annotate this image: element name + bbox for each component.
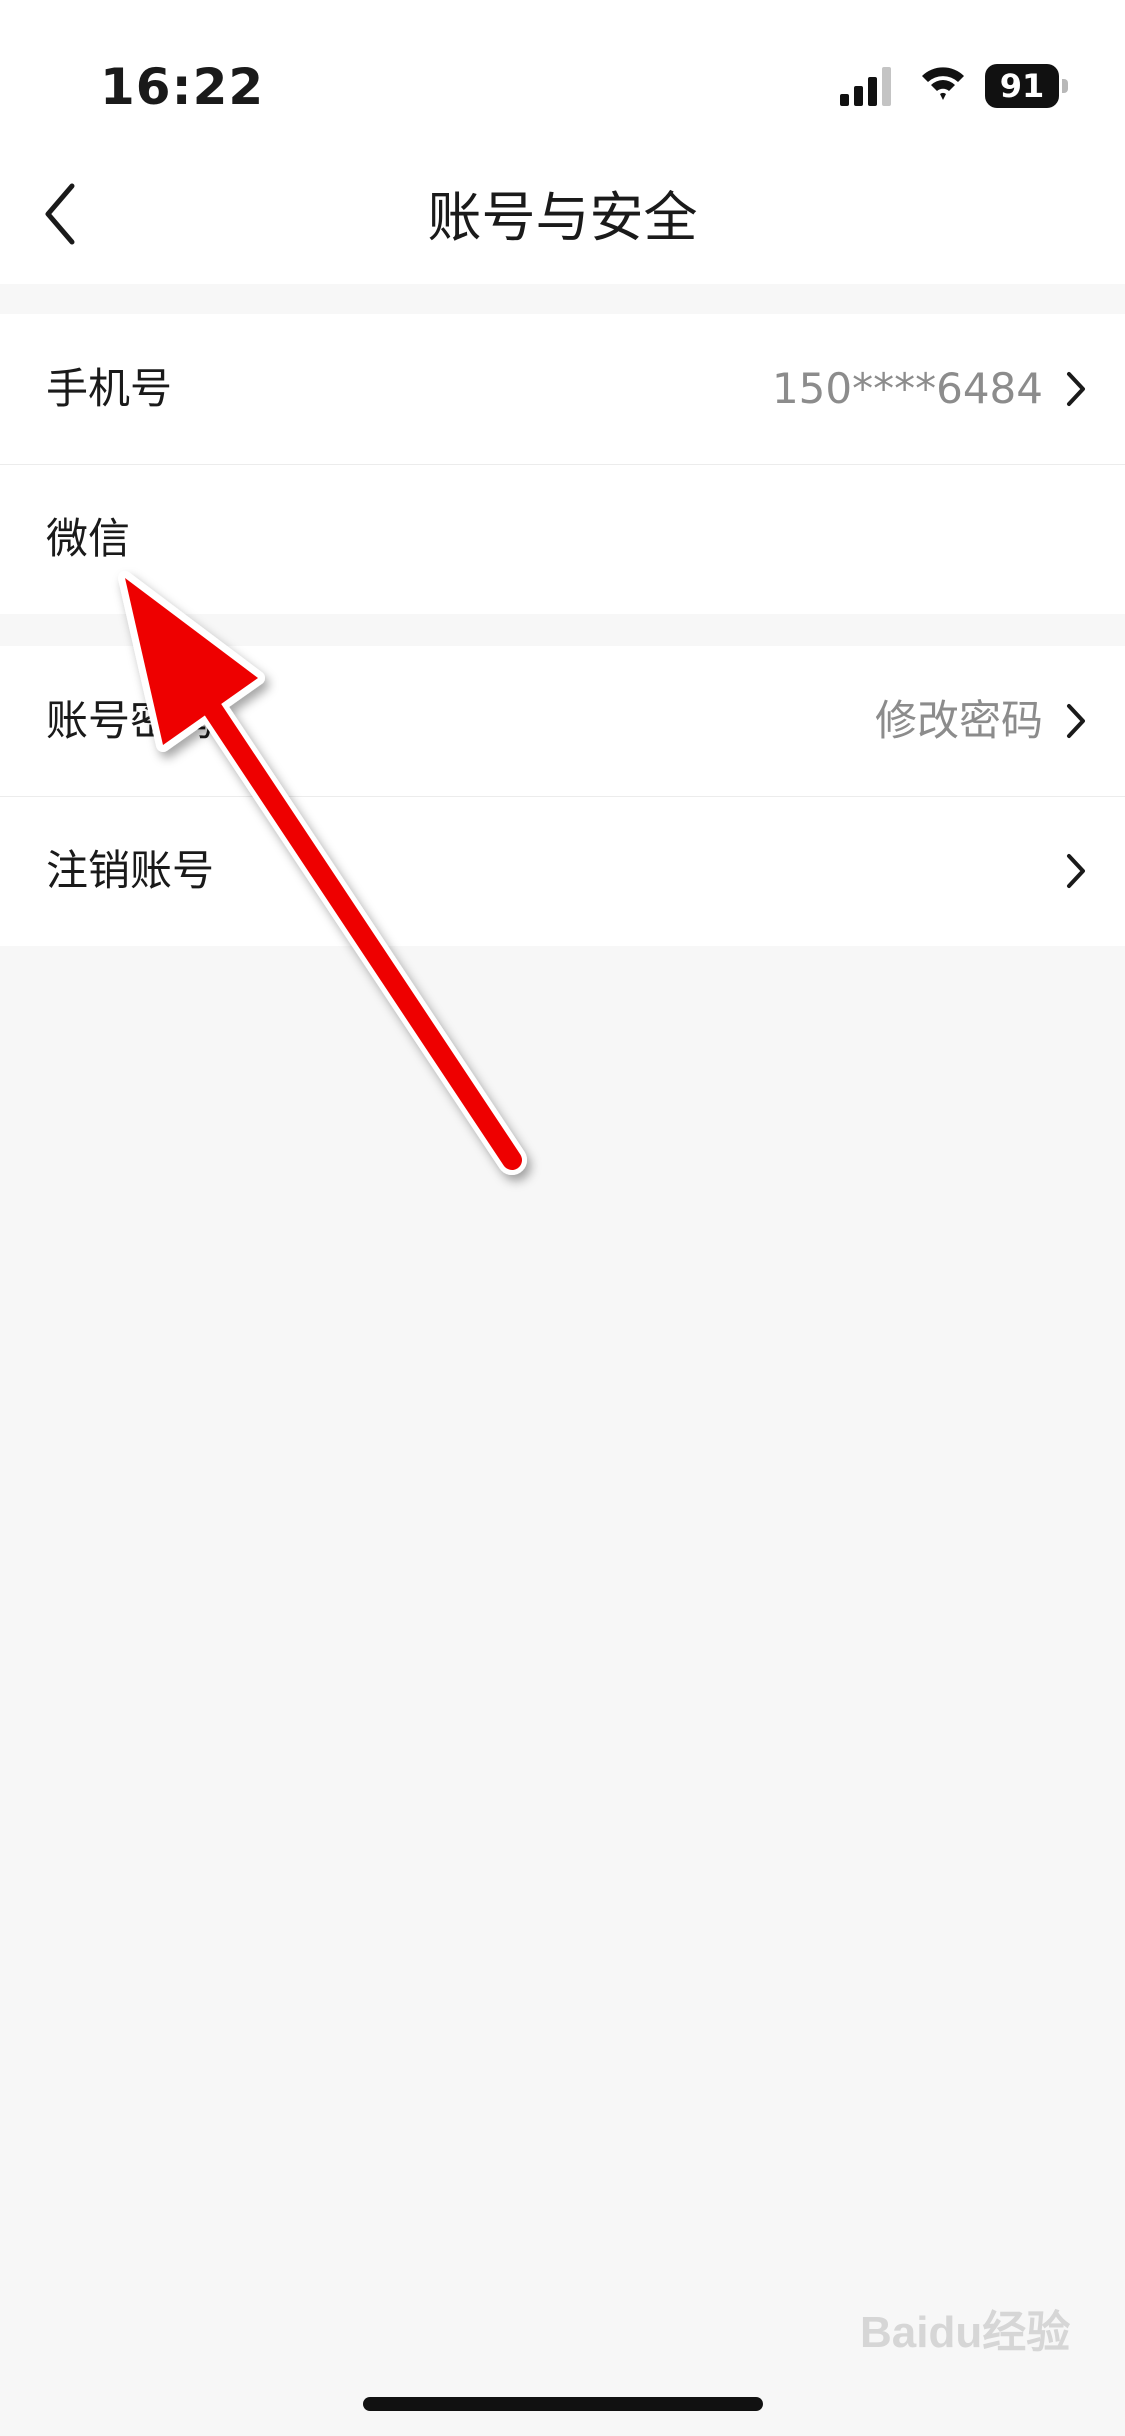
chevron-right-icon (1067, 704, 1085, 738)
status-bar: 16:22 91 (0, 0, 1125, 140)
row-label: 微信 (46, 514, 131, 563)
settings-row-password[interactable]: 账号密码 修改密码 (0, 646, 1125, 797)
row-label: 账号密码 (46, 696, 215, 745)
settings-group-account: 手机号 150****6484 微信 (0, 314, 1125, 614)
signal-icon (840, 67, 891, 106)
page-title: 账号与安全 (427, 186, 698, 249)
chevron-right-icon (1067, 372, 1085, 406)
settings-group-security: 账号密码 修改密码 注销账号 (0, 646, 1125, 946)
row-label: 注销账号 (46, 846, 215, 895)
watermark: Baidu经验 (860, 2308, 1071, 2357)
row-label: 手机号 (46, 364, 173, 413)
battery-icon: 91 (985, 64, 1071, 108)
status-time: 16:22 (100, 58, 265, 116)
settings-row-delete-account[interactable]: 注销账号 (0, 796, 1125, 946)
row-value: 修改密码 (874, 696, 1043, 745)
nav-bar: 账号与安全 (0, 140, 1125, 284)
battery-level: 91 (985, 64, 1059, 108)
settings-row-phone[interactable]: 手机号 150****6484 (0, 314, 1125, 465)
row-value: 150****6484 (771, 364, 1043, 413)
settings-row-wechat[interactable]: 微信 (0, 464, 1125, 614)
wifi-icon (922, 67, 964, 100)
chevron-right-icon (1067, 854, 1085, 888)
home-indicator (363, 2397, 763, 2411)
battery-tip (1062, 79, 1068, 93)
